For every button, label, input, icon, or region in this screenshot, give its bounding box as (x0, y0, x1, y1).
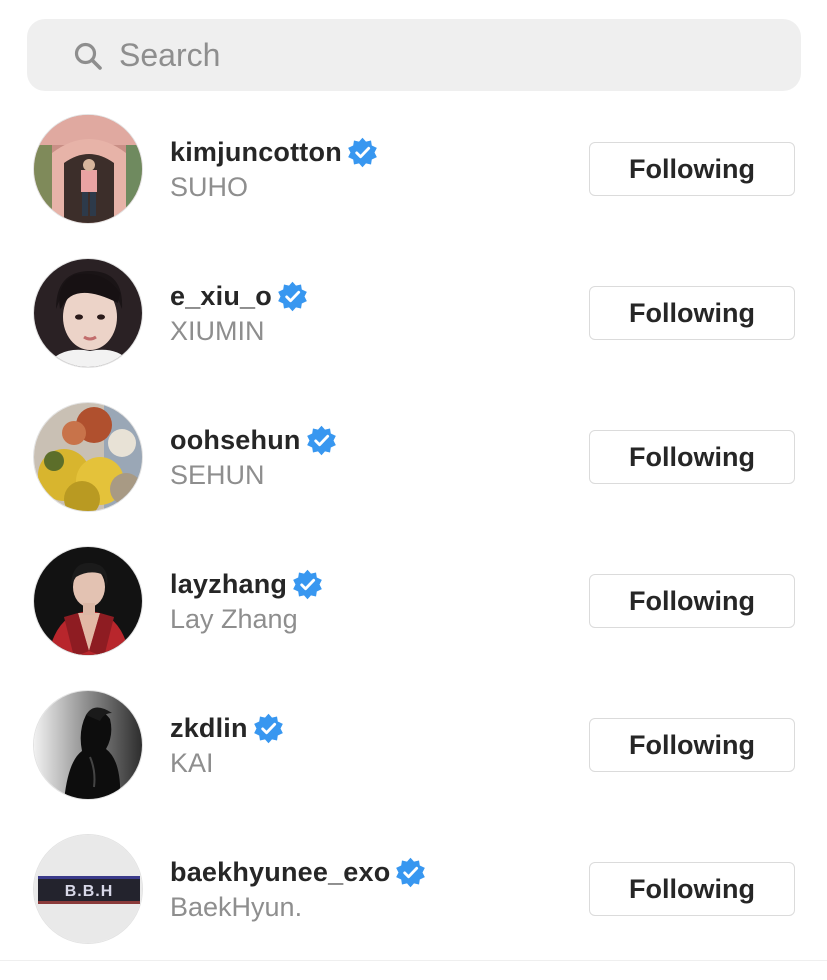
following-button[interactable]: Following (589, 142, 795, 196)
divider (0, 960, 827, 961)
list-item[interactable]: oohsehun SEHUN Following (0, 400, 827, 544)
username[interactable]: baekhyunee_exo (170, 857, 390, 888)
search-input[interactable] (119, 33, 779, 77)
avatar-photo (34, 547, 142, 655)
full-name: Lay Zhang (170, 604, 298, 634)
username[interactable]: kimjuncotton (170, 137, 342, 168)
full-name: SEHUN (170, 460, 265, 490)
verified-badge-icon (253, 713, 283, 743)
avatar-text: B.B.H (65, 883, 114, 900)
full-name: KAI (170, 748, 214, 778)
following-button[interactable]: Following (589, 718, 795, 772)
username[interactable]: oohsehun (170, 425, 301, 456)
avatar-photo: B.B.H (34, 835, 142, 943)
following-list: kimjuncotton SUHO Following e_xiu_o XIUM… (0, 112, 827, 976)
full-name: SUHO (170, 172, 249, 202)
list-item[interactable]: B.B.H baekhyunee_exo BaekHyun. Following (0, 832, 827, 976)
avatar-photo (34, 115, 142, 223)
search-icon (74, 42, 102, 70)
avatar[interactable] (33, 114, 143, 224)
following-button[interactable]: Following (589, 574, 795, 628)
verified-badge-icon (306, 425, 336, 455)
username[interactable]: zkdlin (170, 713, 248, 744)
avatar[interactable] (33, 690, 143, 800)
full-name: XIUMIN (170, 316, 265, 346)
verified-badge-icon (278, 281, 307, 311)
following-button[interactable]: Following (589, 862, 795, 916)
list-item[interactable]: e_xiu_o XIUMIN Following (0, 256, 827, 400)
avatar[interactable] (33, 546, 143, 656)
avatar[interactable] (33, 402, 143, 512)
list-item[interactable]: zkdlin KAI Following (0, 688, 827, 832)
username[interactable]: e_xiu_o (170, 281, 272, 312)
list-item[interactable]: layzhang Lay Zhang Following (0, 544, 827, 688)
avatar-photo (34, 403, 142, 511)
following-button[interactable]: Following (589, 286, 795, 340)
avatar-photo (34, 259, 142, 367)
verified-badge-icon (348, 137, 377, 167)
avatar[interactable] (33, 258, 143, 368)
list-item[interactable]: kimjuncotton SUHO Following (0, 112, 827, 256)
avatar-photo (34, 691, 142, 799)
username[interactable]: layzhang (170, 569, 287, 600)
verified-badge-icon (293, 569, 322, 599)
avatar[interactable]: B.B.H (33, 834, 143, 944)
full-name: BaekHyun. (170, 892, 303, 922)
verified-badge-icon (396, 857, 426, 887)
following-button[interactable]: Following (589, 430, 795, 484)
search-bar[interactable] (27, 19, 801, 91)
